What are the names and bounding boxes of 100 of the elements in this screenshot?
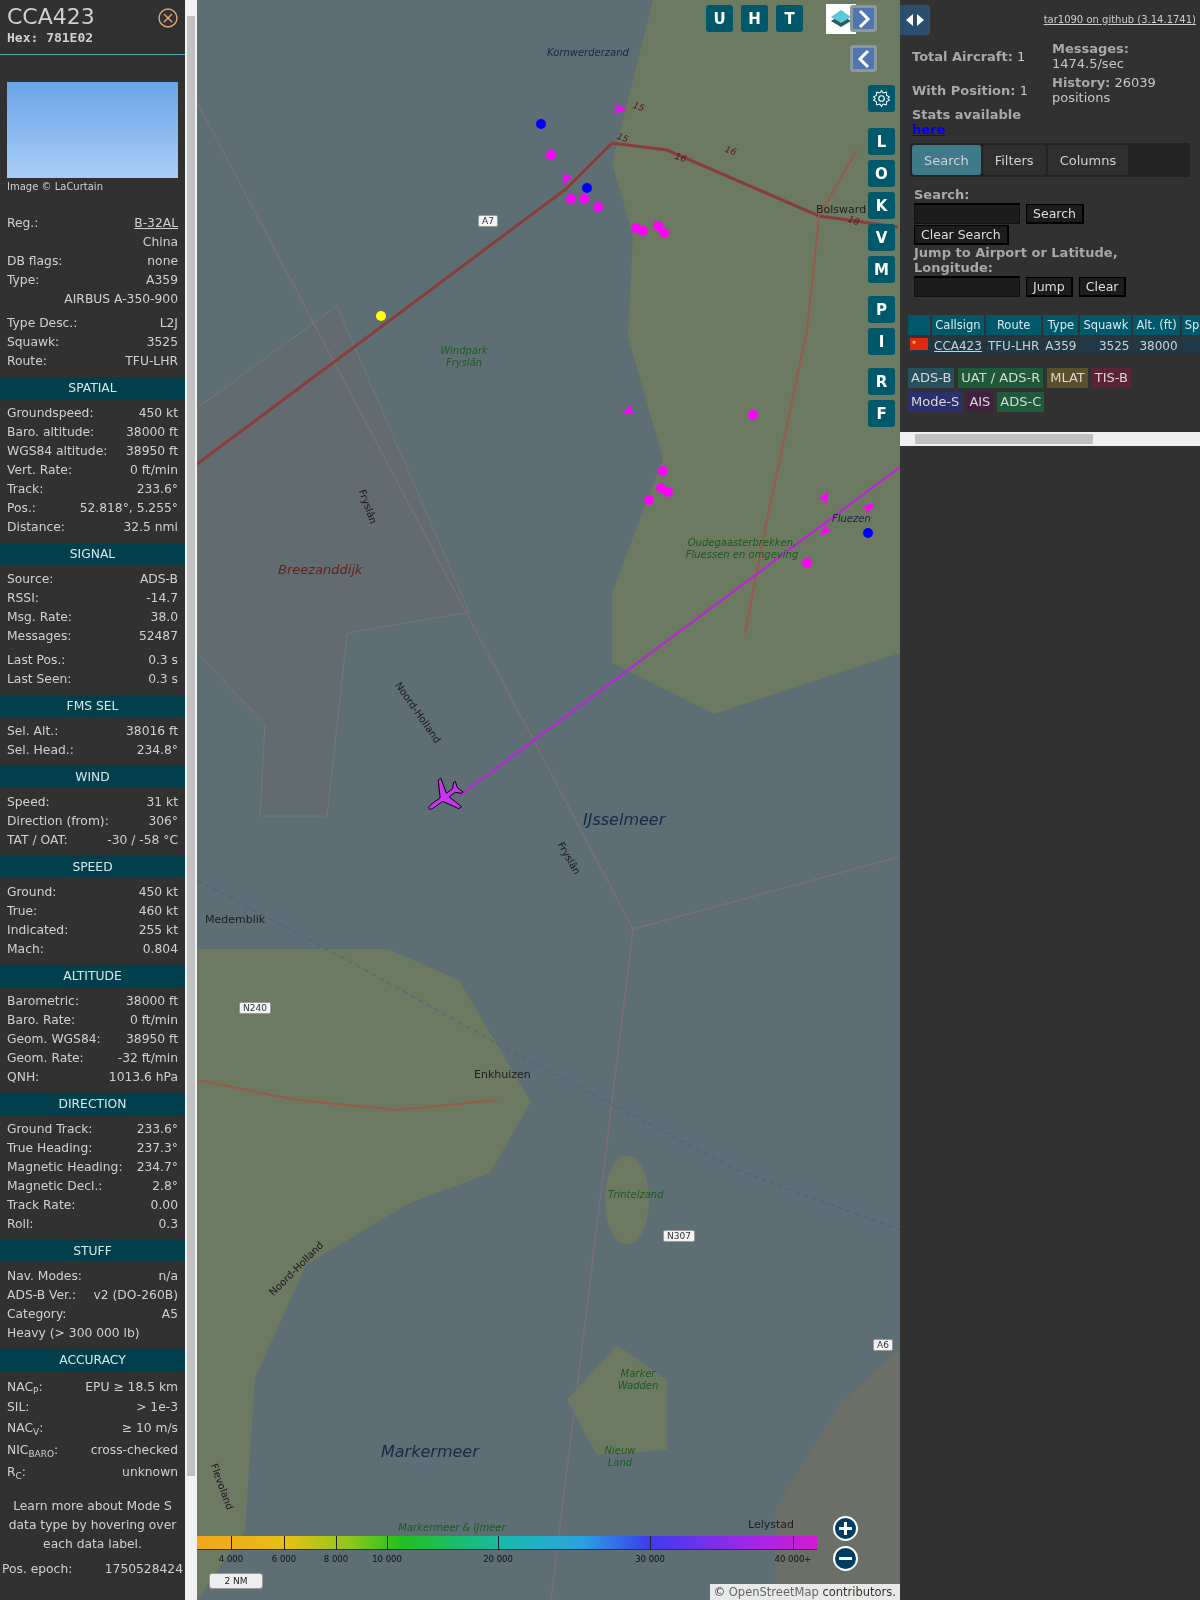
map-toggle-button[interactable]: T [776, 5, 803, 32]
position-dot[interactable] [863, 528, 873, 538]
section-header: SPEED [0, 856, 185, 878]
legend-label: 10 000 [372, 1554, 402, 1564]
map-label: 16 [673, 151, 688, 165]
field-value: 32.5 nmi [123, 519, 178, 536]
map-label: IJsselmeer [583, 810, 666, 829]
attribution-link[interactable]: OpenStreetMap [728, 1585, 819, 1599]
tab[interactable]: Filters [982, 145, 1046, 175]
vertical-scrollbar[interactable] [185, 0, 197, 1600]
settings-button[interactable] [868, 85, 895, 112]
stat-text: Messages: 1474.5/sec [1052, 41, 1131, 71]
position-dot[interactable] [536, 119, 546, 129]
map-toggle-button[interactable]: P [868, 296, 895, 323]
map-label: 18 [846, 214, 861, 228]
field-label: Geom. WGS84: [7, 1031, 101, 1048]
field-value: ADS-B [139, 571, 178, 588]
expand-button[interactable] [850, 5, 877, 32]
field-value: 0.804 [142, 941, 178, 958]
field-label: Sel. Head.: [7, 742, 74, 759]
aircraft-marker-icon[interactable] [861, 503, 876, 515]
github-link[interactable]: tar1090 on github (3.14.1741) [1043, 14, 1196, 25]
airplane-icon[interactable] [428, 777, 464, 810]
registration-link[interactable]: B-32AL [134, 214, 178, 233]
position-dot[interactable] [546, 150, 556, 160]
hex-code: Hex: 781E02 [7, 30, 95, 45]
plus-icon [838, 1521, 853, 1536]
position-dot[interactable] [579, 194, 589, 204]
map-toggle-button[interactable]: R [868, 368, 895, 395]
clear-search-button[interactable]: Clear Search [914, 225, 1009, 245]
tab[interactable]: Columns [1047, 145, 1129, 175]
aircraft-marker-icon[interactable] [614, 104, 627, 114]
field-value: A5 [161, 1306, 178, 1323]
road-shield: N240 [239, 1002, 271, 1014]
position-dot[interactable] [802, 558, 812, 568]
panel-toggle-button[interactable] [900, 5, 930, 35]
jump-field[interactable] [914, 276, 1020, 297]
search-field[interactable] [914, 203, 1020, 224]
horizontal-scrollbar[interactable] [900, 432, 1200, 446]
position-dot[interactable] [656, 483, 666, 493]
field-value: 234.7° [136, 1159, 178, 1176]
position-dot[interactable] [748, 410, 758, 420]
map-toggle-button[interactable]: U [706, 5, 733, 32]
field-label: Track: [7, 481, 44, 498]
position-dot[interactable] [566, 194, 576, 204]
map-toggle-button[interactable]: M [868, 256, 895, 283]
position-dot[interactable] [658, 466, 668, 476]
collapse-button[interactable] [850, 45, 877, 72]
field-value: none [147, 253, 178, 270]
position-dot[interactable] [653, 221, 663, 231]
legend-label: 30 000 [635, 1554, 665, 1564]
search-button[interactable]: Search [1026, 203, 1084, 224]
position-dot[interactable] [638, 226, 648, 236]
map-toggle-button[interactable]: L [868, 128, 895, 155]
aircraft-marker-icon[interactable] [820, 523, 833, 537]
column-header[interactable]: Alt. (ft) [1133, 315, 1180, 335]
map-toggle-button[interactable]: I [868, 328, 895, 355]
aircraft-marker-icon[interactable] [817, 490, 829, 505]
map-toggle-button[interactable]: O [868, 160, 895, 187]
jump-button[interactable]: Jump [1026, 276, 1073, 297]
column-header[interactable]: Squawk [1080, 315, 1132, 335]
map-toggle-button[interactable]: K [868, 192, 895, 219]
field-label: Baro. Rate: [7, 1012, 76, 1029]
clear-button[interactable]: Clear [1078, 276, 1127, 297]
field-value: EPU ≥ 18.5 km [85, 1379, 178, 1396]
field-value: 38000 ft [126, 993, 178, 1010]
position-dot[interactable] [376, 311, 386, 321]
map-toggle-button[interactable]: V [868, 224, 895, 251]
field-value: -30 / -58 °C [107, 832, 178, 849]
field-value: 0.3 s [148, 671, 178, 688]
column-header[interactable]: Route [985, 315, 1042, 335]
field-label: NAC$_{V}$: [7, 1420, 44, 1439]
column-header[interactable] [908, 315, 930, 335]
position-dot[interactable] [659, 228, 669, 238]
table-cell: 3525 [1080, 337, 1132, 354]
stat-text: History: 26039 positions [1052, 75, 1157, 105]
position-dot[interactable] [663, 487, 673, 497]
field-label: Type: [7, 272, 40, 289]
scale-bar: 2 NM [209, 1573, 263, 1589]
map-label: Markermeer & IJmeer [397, 1522, 507, 1534]
map-label: Trintelzand [608, 1189, 664, 1201]
position-dot[interactable] [593, 202, 603, 212]
position-dot[interactable] [582, 183, 592, 193]
section-header: SPATIAL [0, 377, 185, 399]
field-value: 38950 ft [126, 443, 178, 460]
aircraft-marker-icon[interactable] [621, 404, 636, 414]
column-header[interactable]: Callsign [932, 315, 984, 335]
field-label: Sel. Alt.: [7, 723, 59, 740]
field-label: TAT / OAT: [7, 832, 68, 849]
field-value: 233.6° [136, 481, 178, 498]
column-header[interactable]: Sp [1181, 315, 1200, 335]
close-icon[interactable] [158, 8, 178, 28]
field-value: 38950 ft [126, 1031, 178, 1048]
callsign-link[interactable]: CCA423 [934, 338, 982, 353]
field-label: Last Seen: [7, 671, 72, 688]
map-toggle-button[interactable]: F [868, 400, 895, 427]
position-dot[interactable] [644, 495, 654, 505]
column-header[interactable]: Type [1043, 315, 1079, 335]
aircraft-marker-icon[interactable] [563, 171, 573, 186]
map-toggle-button[interactable]: H [741, 5, 768, 32]
